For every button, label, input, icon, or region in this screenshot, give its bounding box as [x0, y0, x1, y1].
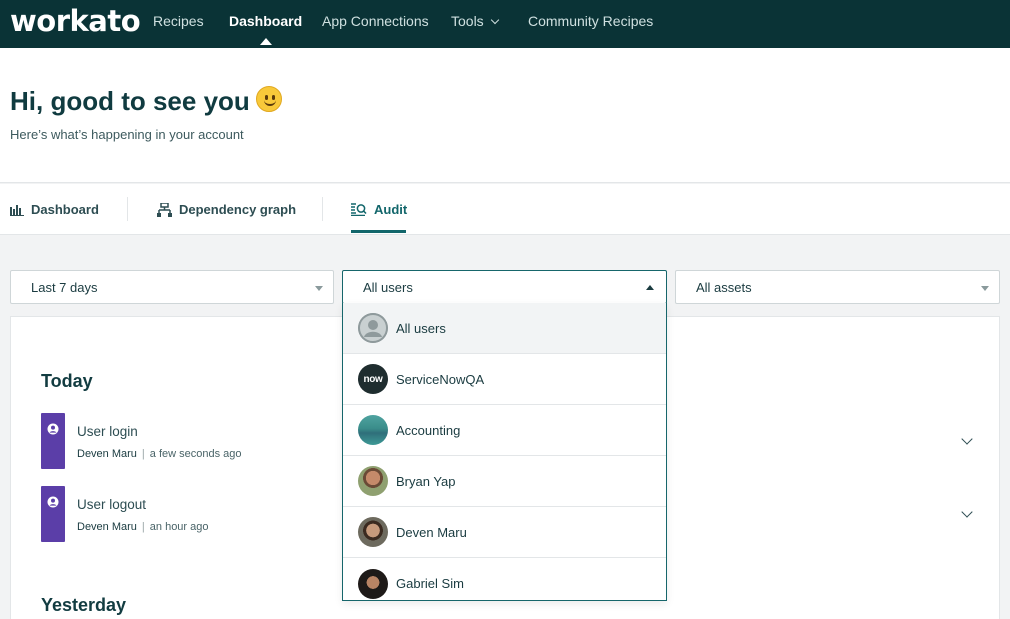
event-time: a few seconds ago	[149, 448, 242, 460]
event-title: User login	[77, 424, 138, 439]
nav-community-recipes[interactable]: Community Recipes	[528, 13, 653, 29]
caret-up-icon	[646, 285, 654, 290]
event-user: Deven Maru	[77, 521, 137, 533]
bar-chart-icon	[10, 204, 24, 216]
users-dropdown-menu: All users now ServiceNowQA Accounting Br…	[342, 303, 667, 601]
event-type-marker	[41, 486, 65, 542]
user-option-bryan-yap[interactable]: Bryan Yap	[343, 456, 666, 507]
tab-audit[interactable]: Audit	[351, 202, 407, 217]
generic-user-icon	[358, 313, 388, 343]
event-meta: Deven Maru | a few seconds ago	[77, 448, 242, 460]
audit-search-icon	[351, 203, 367, 216]
servicenow-logo-icon: now	[358, 364, 388, 394]
page-title: Hi, good to see you	[10, 86, 282, 117]
user-option-gabriel-sim[interactable]: Gabriel Sim	[343, 558, 666, 600]
user-option-servicenowqa[interactable]: now ServiceNowQA	[343, 354, 666, 405]
user-option-label: All users	[396, 320, 446, 336]
avatar	[358, 568, 388, 599]
chevron-down-icon[interactable]	[961, 433, 973, 445]
tab-dashboard[interactable]: Dashboard	[10, 202, 99, 217]
user-option-label: Accounting	[396, 422, 461, 438]
period-select[interactable]: Last 7 days	[10, 270, 334, 304]
workato-logo[interactable]: workato	[10, 4, 141, 38]
user-option-deven-maru[interactable]: Deven Maru	[343, 507, 666, 558]
user-option-label: Deven Maru	[396, 524, 467, 540]
accounting-avatar	[358, 415, 388, 445]
tab-audit-label: Audit	[374, 202, 408, 217]
day-heading-yesterday: Yesterday	[41, 595, 127, 615]
avatar	[358, 517, 388, 547]
nav-dashboard[interactable]: Dashboard	[229, 13, 302, 45]
tab-bar: Dashboard Dependency graph Audit	[0, 184, 1010, 235]
hierarchy-icon	[157, 202, 172, 217]
assets-select-value: All assets	[696, 280, 752, 295]
nav-app-connections[interactable]: App Connections	[322, 13, 429, 29]
user-option-all-users[interactable]: All users	[343, 303, 666, 354]
caret-down-icon	[981, 286, 989, 291]
assets-select[interactable]: All assets	[675, 270, 1000, 304]
nav-tools-label: Tools	[451, 13, 484, 29]
page-header: Hi, good to see you Here’s what’s happen…	[0, 48, 1010, 183]
servicenow-logo-text: now	[363, 373, 383, 385]
users-select-value: All users	[363, 280, 413, 295]
event-time: an hour ago	[149, 521, 209, 533]
top-nav: workato Recipes Dashboard App Connection…	[0, 0, 1010, 48]
tab-divider	[127, 197, 128, 221]
event-title: User logout	[77, 497, 147, 512]
nav-recipes[interactable]: Recipes	[153, 13, 204, 29]
user-option-label: ServiceNowQA	[396, 371, 485, 387]
event-user: Deven Maru	[77, 448, 137, 460]
users-select[interactable]: All users	[342, 270, 667, 304]
active-tab-indicator	[351, 230, 406, 233]
tab-dashboard-label: Dashboard	[31, 202, 99, 217]
user-option-label: Bryan Yap	[396, 473, 456, 489]
user-circle-icon	[47, 496, 59, 508]
event-type-marker	[41, 413, 65, 469]
period-select-value: Last 7 days	[31, 280, 98, 295]
greeting-text: Hi, good to see you	[10, 86, 250, 116]
chevron-down-icon[interactable]	[961, 506, 973, 518]
day-heading-today: Today	[41, 371, 93, 391]
smiley-face-icon	[255, 86, 282, 112]
tab-divider	[322, 197, 323, 221]
user-option-accounting[interactable]: Accounting	[343, 405, 666, 456]
caret-down-icon	[315, 286, 323, 291]
page-subtitle: Here’s what’s happening in your account	[10, 127, 244, 142]
tab-dependency-graph[interactable]: Dependency graph	[157, 202, 296, 217]
tab-dependency-graph-label: Dependency graph	[179, 202, 297, 217]
avatar	[358, 466, 388, 496]
nav-tools[interactable]: Tools	[451, 13, 499, 29]
user-circle-icon	[47, 423, 59, 435]
event-meta: Deven Maru | an hour ago	[77, 521, 209, 533]
chevron-down-icon	[490, 15, 499, 25]
user-option-label: Gabriel Sim	[396, 576, 464, 591]
